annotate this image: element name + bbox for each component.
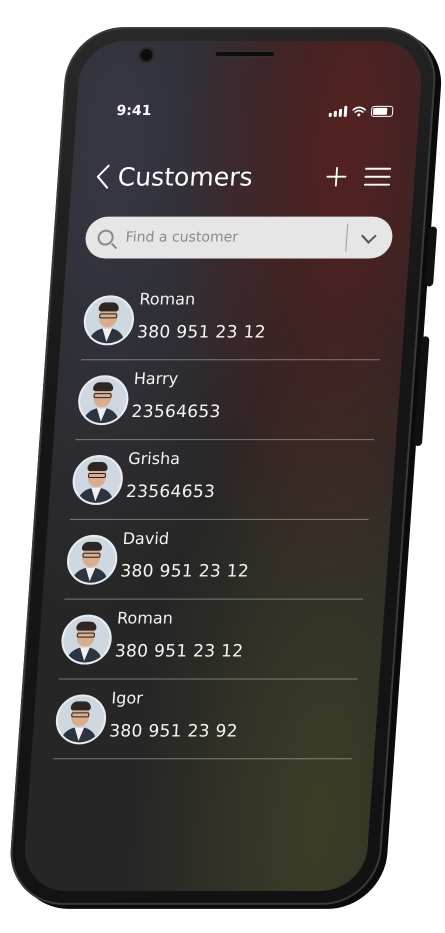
search-bar (84, 216, 394, 259)
page-title: Customers (116, 162, 254, 192)
customer-name: Roman (116, 608, 174, 628)
customer-name: Grisha (127, 449, 181, 468)
customer-info: Harry 23564653 (130, 360, 225, 440)
list-item[interactable]: Harry 23564653 (75, 360, 380, 441)
header-actions (326, 166, 392, 187)
earpiece-speaker (214, 51, 276, 57)
customer-list: Roman 380 951 23 12 Harry 23564653 Grish… (53, 280, 386, 760)
avatar (76, 374, 131, 425)
customer-info: Grisha 23564653 (124, 440, 219, 520)
chevron-left-icon[interactable] (95, 164, 111, 190)
status-icons (328, 105, 394, 117)
avatar (59, 614, 114, 665)
screen: 9:41 Customers Find a customer Roman 380… (21, 41, 425, 891)
customer-phone: 380 951 23 12 (119, 561, 250, 582)
customer-phone: 23564653 (130, 402, 222, 423)
phone-body: 9:41 Customers Find a customer Roman 380… (6, 27, 440, 905)
list-item[interactable]: Roman 380 951 23 12 (58, 599, 364, 680)
customer-info: Roman 380 951 23 12 (113, 599, 247, 679)
customer-phone: 380 951 23 92 (108, 721, 239, 742)
customer-phone: 380 951 23 12 (136, 322, 267, 343)
status-bar: 9:41 (116, 101, 394, 121)
stage: 9:41 Customers Find a customer Roman 380… (0, 0, 445, 933)
customer-phone: 23564653 (125, 481, 216, 502)
avatar (65, 534, 119, 585)
list-item[interactable]: Igor 380 951 23 92 (53, 679, 358, 760)
signal-icon (328, 105, 348, 117)
phone-device: 9:41 Customers Find a customer Roman 380… (6, 27, 445, 909)
avatar (70, 454, 125, 505)
list-item[interactable]: Grisha 23564653 (69, 440, 375, 520)
customer-name: David (122, 528, 170, 548)
plus-icon[interactable] (326, 166, 347, 187)
avatar (54, 693, 108, 744)
customer-info: Roman 380 951 23 12 (135, 280, 269, 360)
chevron-down-icon[interactable] (361, 227, 377, 244)
header: Customers (95, 159, 392, 195)
customer-phone: 380 951 23 12 (114, 641, 245, 662)
header-left: Customers (95, 162, 254, 191)
customer-name: Harry (133, 369, 179, 389)
hamburger-menu-icon[interactable] (363, 167, 392, 186)
search-input[interactable] (123, 228, 335, 247)
avatar (82, 294, 136, 345)
battery-icon (370, 105, 394, 117)
customer-info: David 380 951 23 12 (118, 519, 252, 599)
list-item[interactable]: Roman 380 951 23 12 (81, 280, 386, 361)
search-icon (97, 229, 115, 246)
status-time: 9:41 (115, 102, 152, 119)
wifi-icon (352, 106, 367, 116)
customer-name: Roman (138, 289, 196, 309)
front-camera (137, 47, 156, 63)
customer-name: Igor (110, 688, 144, 708)
customer-info: Igor 380 951 23 92 (107, 679, 241, 759)
list-item[interactable]: David 380 951 23 12 (64, 519, 369, 600)
search-divider (345, 223, 349, 252)
